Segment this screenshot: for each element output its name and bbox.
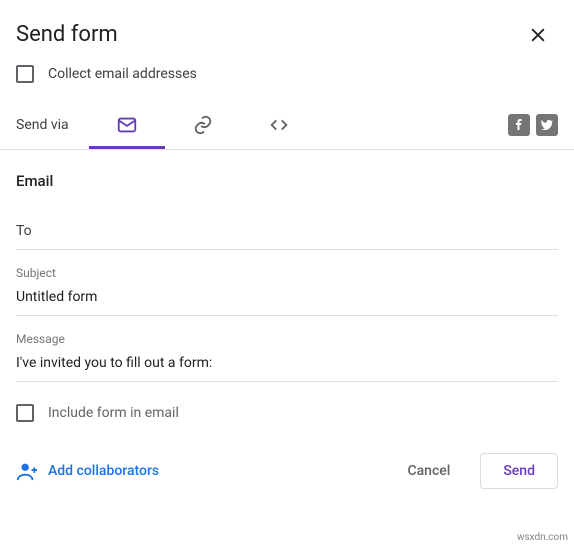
collect-emails-label: Collect email addresses (48, 66, 197, 82)
email-section-label: Email (16, 150, 558, 204)
to-field[interactable] (16, 221, 558, 241)
close-icon (528, 25, 548, 45)
twitter-icon (541, 119, 553, 131)
watermark: wsxdn.com (517, 532, 568, 543)
subject-field[interactable] (16, 287, 558, 307)
message-label: Message (16, 332, 558, 346)
close-button[interactable] (526, 23, 550, 47)
mail-icon (116, 114, 138, 136)
twitter-share-button[interactable] (536, 114, 558, 136)
code-icon (268, 114, 290, 136)
add-person-icon (16, 460, 38, 482)
cancel-button[interactable]: Cancel (385, 454, 472, 488)
add-collaborators-label: Add collaborators (48, 463, 159, 479)
tab-email[interactable] (89, 101, 165, 149)
send-via-label: Send via (16, 117, 69, 133)
subject-label: Subject (16, 266, 558, 280)
include-form-label: Include form in email (48, 405, 179, 421)
link-icon (192, 114, 214, 136)
facebook-icon (513, 119, 525, 131)
tab-link[interactable] (165, 101, 241, 149)
include-form-checkbox[interactable] (16, 404, 34, 422)
send-button[interactable]: Send (480, 453, 558, 489)
dialog-title: Send form (16, 22, 118, 47)
add-collaborators-button[interactable]: Add collaborators (16, 452, 159, 490)
facebook-share-button[interactable] (508, 114, 530, 136)
collect-emails-checkbox[interactable] (16, 65, 34, 83)
message-field[interactable] (16, 353, 558, 373)
tab-embed[interactable] (241, 101, 317, 149)
